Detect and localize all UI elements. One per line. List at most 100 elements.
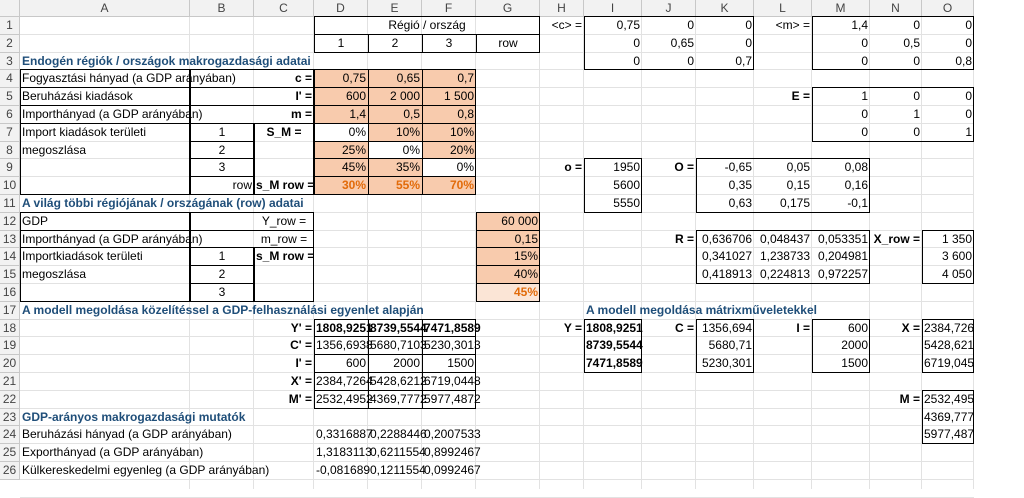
cell-e9[interactable]: 35% (368, 159, 422, 177)
cell-e8[interactable]: 0% (368, 142, 422, 160)
cell-f21[interactable]: 6719,0448 (422, 373, 481, 391)
cell-d25[interactable]: 1,3183113 (314, 444, 372, 462)
cell-n7[interactable]: 0 (870, 124, 922, 142)
cell-l9[interactable]: 0,05 (754, 159, 812, 177)
cell-m10[interactable]: 0,16 (812, 177, 870, 195)
cell-a15[interactable]: megoszlása (20, 266, 190, 284)
cell-o3[interactable]: 0,8 (922, 53, 974, 71)
cell-a3[interactable]: Endogén régiók / országok makrogazdasági… (20, 53, 311, 71)
cell-g13[interactable]: 0,15 (476, 231, 540, 249)
cell-d20[interactable]: 600 (314, 355, 368, 373)
cell-l11[interactable]: 0,175 (754, 195, 812, 213)
cell-g16[interactable]: 45% (476, 284, 540, 302)
cell-d22[interactable]: 2532,4952 (314, 391, 373, 409)
cell-n5[interactable]: 0 (870, 88, 922, 106)
cell-c21[interactable]: X' = (254, 373, 314, 391)
cell-o24[interactable]: 5977,487 (922, 426, 974, 444)
column-header-c[interactable]: C (254, 0, 314, 17)
cell-k14[interactable]: 0,341027 (696, 248, 754, 266)
cell-h9[interactable]: o = (540, 159, 584, 177)
cell-c22[interactable]: M' = (254, 391, 314, 409)
cell-l13[interactable]: 0,048437 (754, 231, 812, 249)
cell-m3[interactable]: 0 (812, 53, 870, 71)
cell-o22[interactable]: 2532,495 (922, 391, 974, 409)
cell-m14[interactable]: 0,204981 (812, 248, 870, 266)
cell-o20[interactable]: 6719,045 (922, 355, 974, 373)
cell-j9[interactable]: O = (642, 159, 696, 177)
column-header-l[interactable]: L (754, 0, 812, 17)
cell-k9[interactable]: -0,65 (696, 159, 754, 177)
cell-g12[interactable]: 60 000 (476, 213, 540, 231)
cell-f2[interactable]: 3 (422, 35, 476, 53)
column-header-f[interactable]: F (422, 0, 476, 17)
cell-d21[interactable]: 2384,7264 (314, 373, 373, 391)
cell-b9[interactable]: 3 (190, 159, 254, 177)
cell-e22[interactable]: 4369,7772 (368, 391, 427, 409)
cell-k10[interactable]: 0,35 (696, 177, 754, 195)
cell-a8[interactable]: megoszlása (20, 142, 190, 160)
cell-f26[interactable]: 0,0992467 (422, 462, 481, 480)
row-header-2[interactable]: 2 (0, 34, 20, 53)
cell-k18[interactable]: 1356,694 (696, 320, 754, 338)
cell-l15[interactable]: 0,224813 (754, 266, 812, 284)
cell-i17[interactable]: A modell megoldása mátrixműveletekkel (584, 302, 817, 320)
row-header-7[interactable]: 7 (0, 123, 20, 142)
cell-j18[interactable]: C = (642, 320, 696, 338)
cell-j2[interactable]: 0,65 (642, 35, 696, 53)
cell-k3[interactable]: 0,7 (696, 53, 754, 71)
cell-e18[interactable]: 8739,5544 (368, 320, 427, 338)
cell-i9[interactable]: 1950 (584, 159, 642, 177)
column-header-a[interactable]: A (20, 0, 190, 17)
cell-m5[interactable]: 1 (812, 88, 870, 106)
cell-e24[interactable]: 0,2288446 (368, 426, 427, 444)
row-header-21[interactable]: 21 (0, 373, 20, 391)
cell-d9[interactable]: 45% (314, 159, 368, 177)
cell-e19[interactable]: 5680,7103 (368, 337, 427, 355)
cell-d7[interactable]: 0% (314, 124, 368, 142)
row-header-3[interactable]: 3 (0, 52, 20, 71)
cell-c14[interactable]: s_M row = (254, 248, 314, 266)
cell-e6[interactable]: 0,5 (368, 106, 422, 124)
cell-b15[interactable]: 2 (190, 266, 254, 284)
cell-f9[interactable]: 0% (422, 159, 476, 177)
column-header-g[interactable]: G (476, 0, 540, 17)
spreadsheet-grid[interactable]: ABCDEFGHIJKLMNO 1 2 3 4 5 6 7 8 9 10 11 12 13 14 15 16 1… (0, 0, 1024, 498)
cell-k13[interactable]: 0,636706 (696, 231, 754, 249)
cell-e4[interactable]: 0,65 (368, 70, 422, 88)
cell-f7[interactable]: 10% (422, 124, 476, 142)
row-header-24[interactable]: 24 (0, 426, 20, 445)
cell-i19[interactable]: 8739,5544 (584, 337, 643, 355)
cell-d26[interactable]: -0,081689 (314, 462, 370, 480)
cell-h18[interactable]: Y = (540, 320, 584, 338)
cell-b14[interactable]: 1 (190, 248, 254, 266)
cell-m13[interactable]: 0,053351 (812, 231, 870, 249)
row-header-17[interactable]: 17 (0, 301, 20, 320)
cell-e20[interactable]: 2000 (368, 355, 422, 373)
row-header-8[interactable]: 8 (0, 141, 20, 160)
column-header-b[interactable]: B (190, 0, 254, 17)
cell-f20[interactable]: 1500 (422, 355, 476, 373)
row-header-14[interactable]: 14 (0, 248, 20, 267)
cell-a17[interactable]: A modell megoldása közelítéssel a GDP-fe… (20, 302, 424, 320)
cell-m6[interactable]: 0 (812, 106, 870, 124)
cell-i18[interactable]: 1808,9251 (584, 320, 643, 338)
cell-e5[interactable]: 2 000 (368, 88, 422, 106)
cell-g15[interactable]: 40% (476, 266, 540, 284)
cell-e26[interactable]: 0,1211554 (368, 462, 426, 480)
column-header-d[interactable]: D (314, 0, 368, 17)
cell-m9[interactable]: 0,08 (812, 159, 870, 177)
cell-l10[interactable]: 0,15 (754, 177, 812, 195)
cell-a7[interactable]: Import kiadások területi (20, 124, 190, 142)
row-header-16[interactable]: 16 (0, 284, 20, 302)
cell-k1[interactable]: 0 (696, 17, 754, 35)
cell-a11[interactable]: A világ többi régiójának / országának (r… (20, 195, 304, 213)
cell-k15[interactable]: 0,418913 (696, 266, 754, 284)
cell-a5[interactable]: Beruházási kiadások (20, 88, 190, 106)
cell-c12[interactable]: Y_row = (254, 213, 314, 231)
cell-d24[interactable]: 0,3316887 (314, 426, 373, 444)
row-header-5[interactable]: 5 (0, 88, 20, 106)
cell-d1[interactable]: Régió / ország (314, 17, 540, 35)
cell-f18[interactable]: 7471,8589 (422, 320, 481, 338)
cell-c13[interactable]: m_row = (254, 231, 314, 249)
cell-j3[interactable]: 0 (642, 53, 696, 71)
